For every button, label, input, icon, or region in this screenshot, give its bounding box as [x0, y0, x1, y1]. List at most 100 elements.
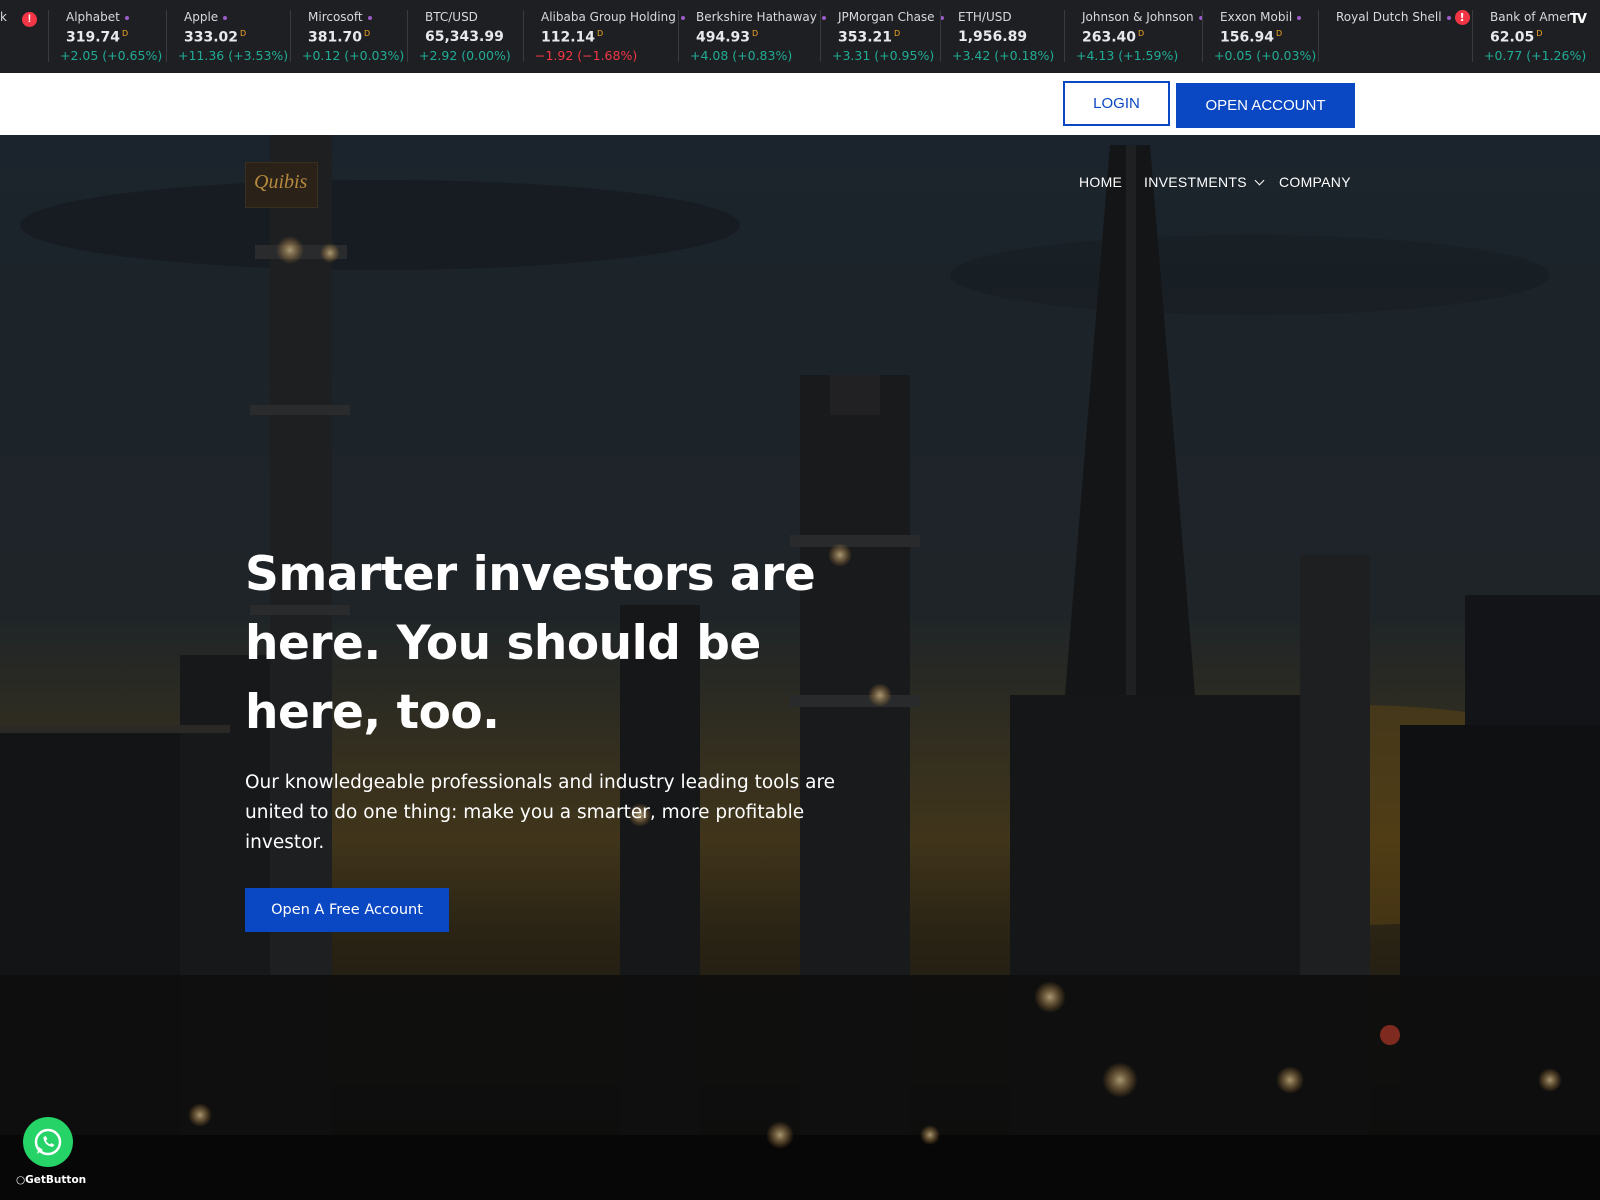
ticker-price: 112.14 D	[541, 29, 603, 46]
ticker-price-value: 65,343.99	[425, 29, 504, 45]
market-status-dot-icon	[1446, 15, 1451, 20]
ticker-symbol-label: Bank of Americ	[1490, 10, 1582, 24]
warning-icon: !	[1454, 10, 1470, 25]
ticker-price-value: 62.05	[1490, 29, 1535, 46]
delayed-data-marker: D	[752, 29, 759, 38]
ticker-change: +11.36 (+3.53%)	[178, 48, 289, 63]
ticker-symbol-name: Alphabet	[66, 10, 129, 24]
open-free-account-button[interactable]: Open A Free Account	[245, 888, 449, 932]
ticker-symbol-label: JPMorgan Chase	[838, 10, 935, 24]
ticker-separator	[1202, 10, 1203, 62]
ticker-price: 494.93 D	[696, 29, 758, 46]
ticker-change: +2.05 (+0.65%)	[60, 48, 163, 63]
ticker-separator	[166, 10, 167, 62]
ticker-symbol-name: Alibaba Group Holding	[541, 10, 685, 24]
ticker-symbol-label: Berkshire Hathaway	[696, 10, 817, 24]
delayed-data-marker: D	[364, 29, 371, 38]
nav-investments[interactable]: INVESTMENTS	[1144, 174, 1265, 190]
login-button[interactable]: LOGIN	[1063, 81, 1170, 126]
ticker-symbol-label: Apple	[184, 10, 219, 24]
hero-lead-text: Our knowledgeable professionals and indu…	[245, 772, 836, 853]
ticker-price: 353.21 D	[838, 29, 900, 46]
ticker-price: 319.74 D	[66, 29, 128, 46]
ticker-price-value: 494.93	[696, 29, 751, 46]
ticker-symbol-name: Royal Dutch Shell!	[1336, 10, 1470, 25]
market-status-dot-icon	[367, 15, 372, 20]
market-status-dot-icon	[821, 15, 826, 20]
ticker-separator	[48, 10, 49, 62]
ticker-price-value: 156.94	[1220, 29, 1275, 46]
ticker-symbol-name: Mircosoft	[308, 10, 372, 24]
market-status-dot-icon	[223, 15, 228, 20]
tradingview-logo-icon[interactable]: TV	[1570, 12, 1592, 27]
nav-investments-label: INVESTMENTS	[1144, 174, 1247, 190]
whatsapp-icon	[34, 1128, 62, 1156]
ticker-separator	[290, 10, 291, 62]
ticker-symbol-label: BTC/USD	[425, 10, 478, 24]
getbutton-label: GetButton	[25, 1174, 87, 1186]
hero-headline: Smarter investors are here. You should b…	[245, 547, 816, 740]
top-bar	[0, 73, 1600, 135]
ticker-price-value: 112.14	[541, 29, 596, 46]
ticker-symbol-name: Berkshire Hathaway	[696, 10, 826, 24]
ticker-change: +3.31 (+0.95%)	[832, 48, 935, 63]
ticker-symbol-label: ETH/USD	[958, 10, 1012, 24]
site-logo[interactable]: Quibis	[245, 162, 318, 208]
ticker-symbol-label: Johnson & Johnson	[1082, 10, 1194, 24]
delayed-data-marker: D	[240, 29, 247, 38]
ticker-symbol-label: Alibaba Group Holding	[541, 10, 676, 24]
ticker-price-value: 319.74	[66, 29, 121, 46]
ticker-change: +3.42 (+0.18%)	[952, 48, 1055, 63]
ticker-separator	[407, 10, 408, 62]
ticker-change: −1.92 (−1.68%)	[535, 48, 638, 63]
ticker-track: Alphabet 319.74 D +2.05 (+0.65%) Apple 333.02…	[0, 0, 1600, 73]
market-status-dot-icon	[680, 15, 685, 20]
delayed-data-marker: D	[1138, 29, 1145, 38]
ticker-price: 1,956.89	[958, 29, 1027, 45]
ticker-symbol-label: Mircosoft	[308, 10, 363, 24]
ticker-separator	[1318, 10, 1319, 62]
delayed-data-marker: D	[122, 29, 129, 38]
ticker-change: +0.12 (+0.03%)	[302, 48, 405, 63]
ticker-price: 156.94 D	[1220, 29, 1282, 46]
ticker-change: +2.92 (0.00%)	[419, 48, 511, 63]
getbutton-icon: ○	[16, 1174, 26, 1186]
delayed-data-marker: D	[1536, 29, 1543, 38]
ticker-change: +0.77 (+1.26%)	[1484, 48, 1587, 63]
ticker-symbol-name: BTC/USD	[425, 10, 478, 24]
stock-ticker[interactable]: k ! Alphabet 319.74 D +2.05 (+0.65%) Apple 33…	[0, 0, 1600, 74]
ticker-symbol-name: Bank of Americ	[1490, 10, 1581, 24]
ticker-price: 381.70 D	[308, 29, 370, 46]
getbutton-credit[interactable]: ○GetButton	[16, 1174, 86, 1186]
ticker-symbol-label: Exxon Mobil	[1220, 10, 1293, 24]
ticker-symbol-name: ETH/USD	[958, 10, 1012, 24]
ticker-symbol-name: Exxon Mobil	[1220, 10, 1302, 24]
open-account-button[interactable]: OPEN ACCOUNT	[1176, 83, 1355, 128]
ticker-price: 62.05 D	[1490, 29, 1542, 46]
ticker-price-value: 381.70	[308, 29, 363, 46]
nav-company[interactable]: COMPANY	[1279, 174, 1351, 190]
ticker-price-value: 263.40	[1082, 29, 1137, 46]
ticker-change: +4.08 (+0.83%)	[690, 48, 793, 63]
ticker-separator	[678, 10, 679, 62]
logo-wordmark: Quibis	[254, 171, 308, 193]
ticker-separator	[1472, 10, 1473, 62]
chevron-down-icon	[1254, 175, 1265, 186]
delayed-data-marker: D	[1276, 29, 1283, 38]
ticker-price: 333.02 D	[184, 29, 246, 46]
ticker-symbol-label: Alphabet	[66, 10, 120, 24]
nav-home[interactable]: HOME	[1079, 174, 1122, 190]
ticker-separator	[1064, 10, 1065, 62]
whatsapp-chat-button[interactable]	[23, 1117, 73, 1167]
ticker-change: +0.05 (+0.03%)	[1214, 48, 1317, 63]
ticker-symbol-name: JPMorgan Chase	[838, 10, 944, 24]
ticker-separator	[940, 10, 941, 62]
ticker-symbol-name: Apple	[184, 10, 228, 24]
market-status-dot-icon	[124, 15, 129, 20]
ticker-separator	[523, 10, 524, 62]
ticker-separator	[820, 10, 821, 62]
ticker-symbol-label: Royal Dutch Shell	[1336, 10, 1442, 24]
ticker-symbol-name: Johnson & Johnson	[1082, 10, 1203, 24]
ticker-price-value: 1,956.89	[958, 29, 1028, 45]
delayed-data-marker: D	[597, 29, 604, 38]
